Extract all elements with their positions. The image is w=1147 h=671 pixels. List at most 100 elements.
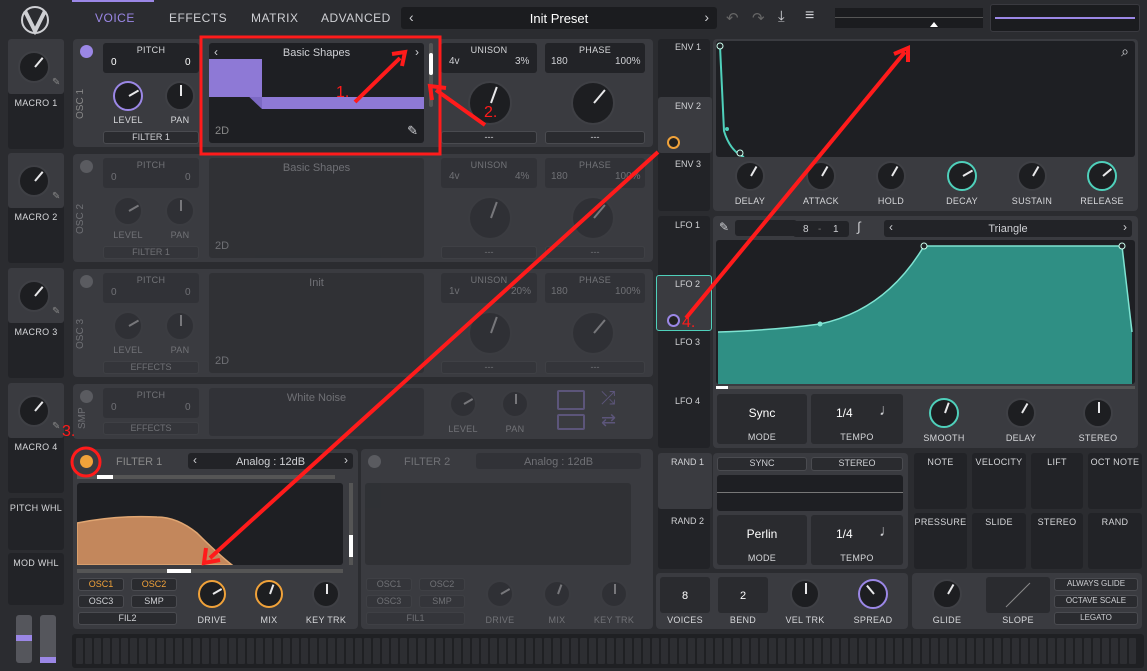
wavetable-display[interactable]: Basic Shapes 2D [209,158,424,258]
shuffle-icon[interactable]: ⤮ [601,388,615,409]
macro-1-knob[interactable] [18,51,50,83]
env-decay-knob[interactable] [947,161,977,191]
piano-key[interactable] [679,638,686,664]
piano-key[interactable] [553,638,560,664]
piano-key[interactable] [301,638,308,664]
piano-key[interactable] [859,638,866,664]
piano-key[interactable] [1003,638,1010,664]
macro-3[interactable]: ✎ MACRO 3 [8,268,64,378]
filter-1-drive-knob[interactable] [198,580,226,608]
piano-key[interactable] [913,638,920,664]
lfo-1-tab[interactable]: LFO 1 [675,220,700,230]
piano-key[interactable] [742,638,749,664]
env-delay-knob[interactable] [735,161,765,191]
piano-key[interactable] [1093,638,1100,664]
piano-key[interactable] [877,638,884,664]
piano-key[interactable] [1030,638,1037,664]
piano-key[interactable] [778,638,785,664]
piano-key[interactable] [310,638,317,664]
piano-key[interactable] [373,638,380,664]
osc-3-level-knob[interactable] [113,311,143,341]
unison-box[interactable]: UNISON 4v 4% [441,158,537,188]
macro-4[interactable]: ✎ MACRO 4 [8,383,64,493]
piano-key[interactable] [220,638,227,664]
pitch-box[interactable]: PITCH 0 0 [103,43,199,73]
glide-knob[interactable] [932,579,962,609]
route-osc3[interactable]: OSC3 [366,595,412,608]
keyboard[interactable] [72,634,1144,668]
phase-box[interactable]: PHASE 180 100% [545,158,645,188]
piano-key[interactable] [148,638,155,664]
sample-display[interactable]: White Noise [209,388,424,436]
piano-key[interactable] [481,638,488,664]
lfo-mode[interactable]: Sync MODE [717,394,807,444]
sample-toggle[interactable] [80,390,93,403]
piano-key[interactable] [1066,638,1073,664]
always-glide-toggle[interactable]: ALWAYS GLIDE [1054,578,1138,591]
piano-key[interactable] [247,638,254,664]
osc-1-level-knob[interactable] [113,81,143,111]
frame-slider[interactable] [429,43,433,107]
env-2-tab[interactable]: ENV 2 [675,101,701,111]
piano-key[interactable] [976,638,983,664]
route-osc3[interactable]: OSC3 [78,595,124,608]
piano-key[interactable] [1021,638,1028,664]
piano-key[interactable] [985,638,992,664]
piano-key[interactable] [1129,638,1136,664]
piano-key[interactable] [697,638,704,664]
piano-key[interactable] [571,638,578,664]
filter-1-mix-knob[interactable] [255,580,283,608]
lfo-shape-selector[interactable]: ‹ Triangle › [884,220,1132,237]
piano-key[interactable] [436,638,443,664]
lfo-smooth-shape[interactable] [735,220,797,236]
mod-pressure[interactable]: PRESSURE [914,513,967,569]
piano-key[interactable] [895,638,902,664]
piano-key[interactable] [760,638,767,664]
piano-key[interactable] [904,638,911,664]
dimension-label[interactable]: 2D [215,355,229,367]
piano-key[interactable] [994,638,1001,664]
piano-key[interactable] [409,638,416,664]
lfo-delay-knob[interactable] [1006,398,1036,428]
sample-destination[interactable]: EFFECTS [103,422,199,435]
piano-key[interactable] [283,638,290,664]
slope-display[interactable] [986,577,1050,613]
piano-key[interactable] [787,638,794,664]
macro-4-knob[interactable] [18,395,50,427]
wavetable-display[interactable]: Init 2D [209,273,424,373]
undo-icon[interactable]: ↶ [726,9,739,27]
phase-box[interactable]: PHASE 180 100% [545,43,645,73]
route-osc2[interactable]: OSC2 [419,578,465,591]
piano-key[interactable] [382,638,389,664]
tab-advanced[interactable]: ADVANCED [321,11,391,25]
piano-key[interactable] [562,638,569,664]
filter-2-response[interactable] [365,483,631,565]
lfo-stereo-knob[interactable] [1083,398,1113,428]
lfo-smooth-knob[interactable] [929,398,959,428]
piano-key[interactable] [796,638,803,664]
piano-key[interactable] [85,638,92,664]
vel-trk-knob[interactable] [790,579,820,609]
osc-1-pan-knob[interactable] [165,81,195,111]
piano-key[interactable] [229,638,236,664]
wavetable-display[interactable]: ‹ Basic Shapes › 2D ✎ [209,43,424,143]
lfo-3-tab[interactable]: LFO 3 [675,337,700,347]
piano-key[interactable] [103,638,110,664]
legato-toggle[interactable]: LEGATO [1054,612,1138,625]
loop-icon[interactable] [557,414,585,430]
phase-select[interactable]: --- [545,246,645,259]
osc-3-pan-knob[interactable] [165,311,195,341]
pencil-icon[interactable]: ✎ [52,77,60,88]
env-1-tab[interactable]: ENV 1 [675,42,701,52]
filter-2-keytrk-knob[interactable] [600,580,628,608]
piano-key[interactable] [661,638,668,664]
rand-mode[interactable]: Perlin MODE [717,515,807,565]
lfo-graph[interactable] [716,240,1135,384]
piano-key[interactable] [508,638,515,664]
unison-knob[interactable] [468,196,512,240]
unison-select[interactable]: --- [441,246,537,259]
route-osc2[interactable]: OSC2 [131,578,177,591]
piano-key[interactable] [1102,638,1109,664]
piano-key[interactable] [949,638,956,664]
piano-key[interactable] [184,638,191,664]
